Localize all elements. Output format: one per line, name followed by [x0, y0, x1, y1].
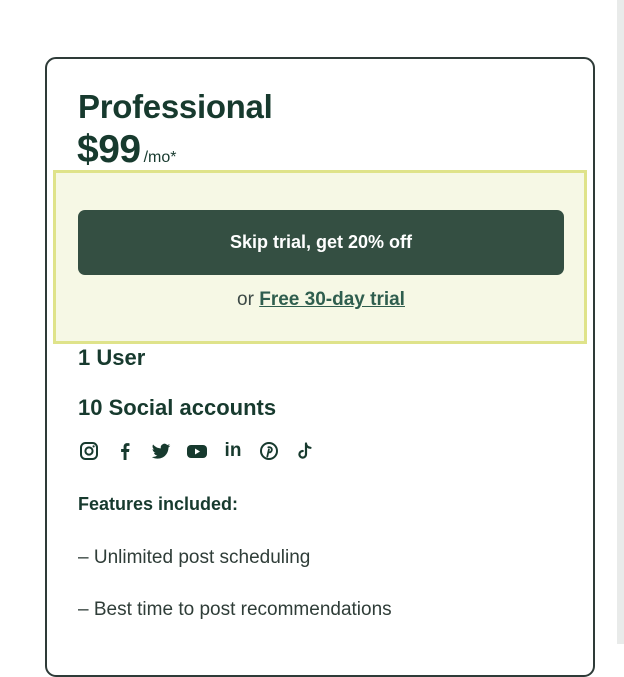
- price: $99/mo*: [77, 128, 176, 172]
- instagram-icon: [78, 440, 100, 462]
- free-trial-link[interactable]: Free 30-day trial: [259, 289, 405, 310]
- price-amount: $99: [77, 128, 141, 171]
- feature-list: – Unlimited post scheduling – Best time …: [78, 546, 392, 650]
- linkedin-icon: in: [224, 440, 242, 461]
- social-icons-row: in: [78, 440, 316, 462]
- plan-name: Professional: [78, 88, 273, 125]
- users-limit: 1 User: [78, 345, 146, 370]
- twitter-icon: [150, 440, 172, 462]
- page-edge: [617, 0, 624, 644]
- social-accounts-limit: 10 Social accounts: [78, 395, 277, 420]
- free-trial-line: or Free 30-day trial: [78, 289, 564, 311]
- price-suffix: /mo*: [143, 149, 177, 166]
- youtube-icon: [186, 440, 208, 462]
- feature-item: – Unlimited post scheduling: [78, 547, 311, 568]
- facebook-icon: [114, 440, 136, 462]
- free-trial-prefix: or: [237, 289, 254, 310]
- tiktok-icon: [294, 440, 316, 462]
- skip-trial-button[interactable]: Skip trial, get 20% off: [78, 210, 564, 275]
- feature-item: – Best time to post recommendations: [78, 599, 392, 620]
- pinterest-icon: [258, 440, 280, 462]
- features-title: Features included:: [78, 494, 239, 514]
